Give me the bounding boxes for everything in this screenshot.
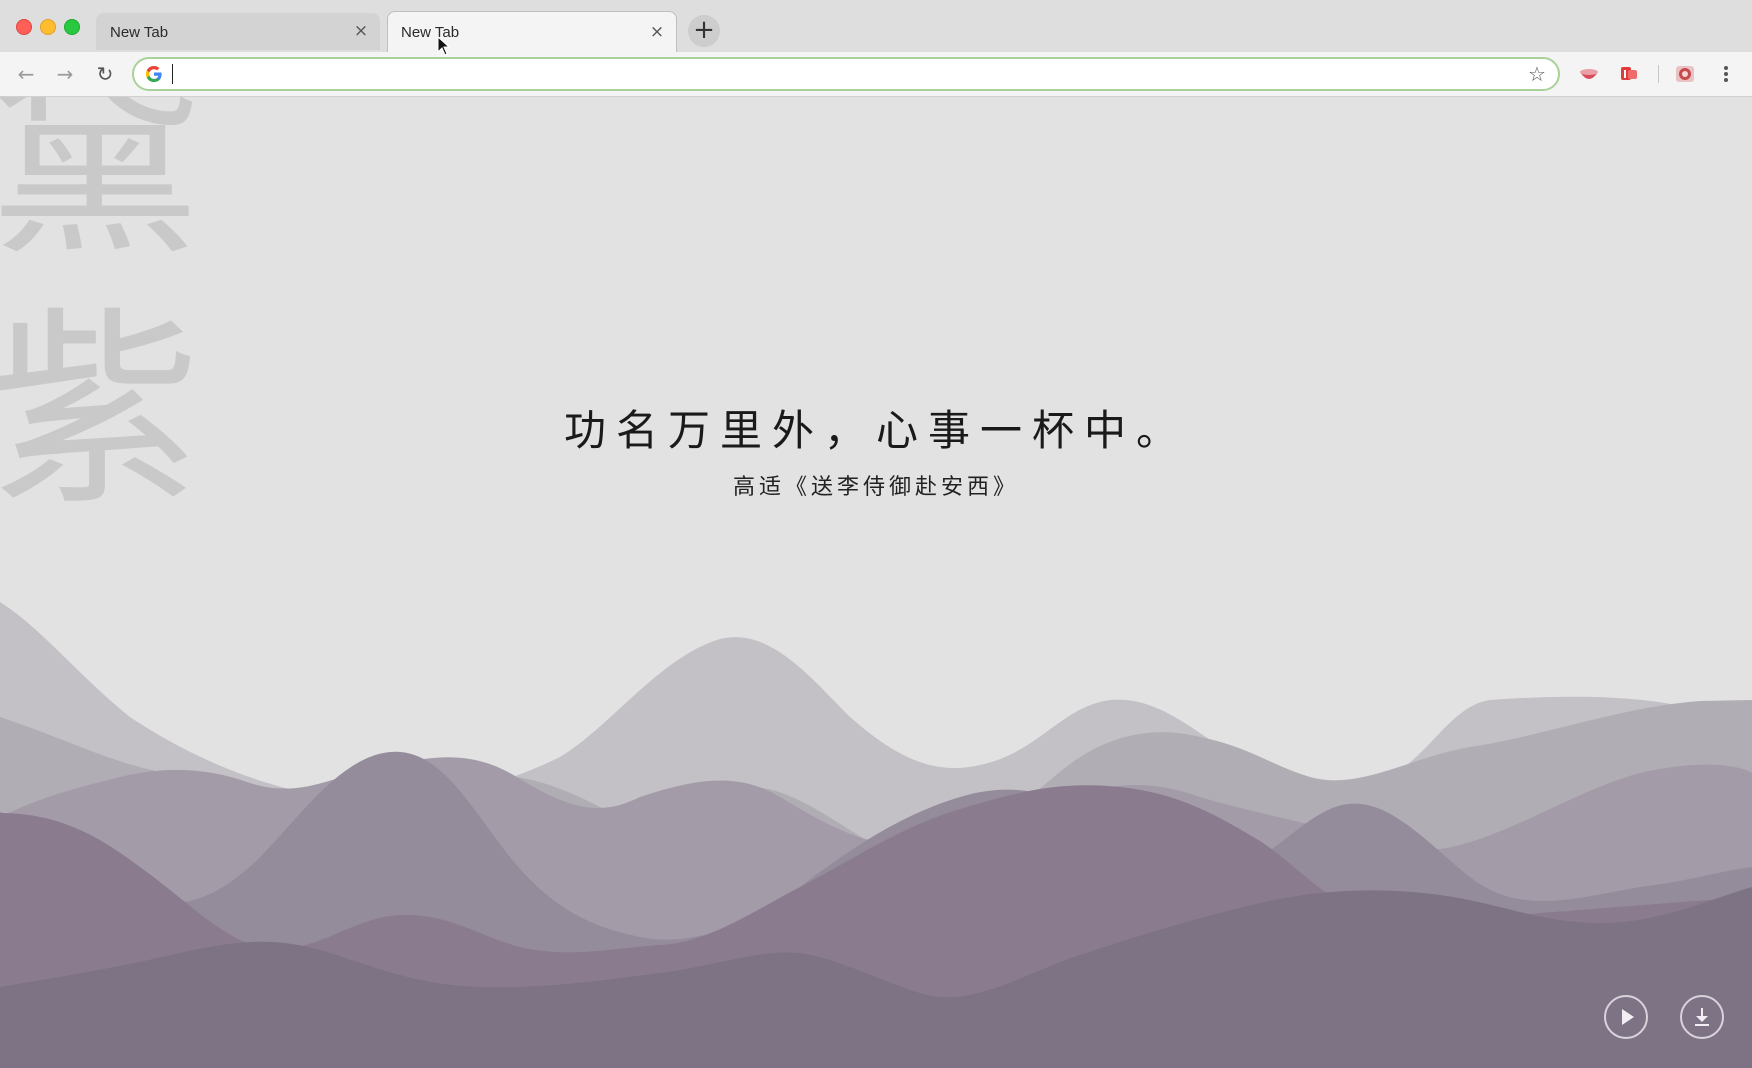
extension-profile-icon[interactable] [1674,64,1696,84]
tab-title: New Tab [110,24,169,41]
address-bar[interactable]: ☆ [132,57,1560,91]
quote-text: 功名万里外，心事一杯中。 [563,406,1188,455]
toolbar: ← → ↻ ☆ [0,52,1752,97]
tab-close-icon[interactable]: × [648,23,666,41]
toolbar-divider [1658,65,1659,83]
browser-window: New Tab × New Tab × + ← → ↻ ☆ 黛 紫 功名万里外，… [0,0,1752,1068]
extension-bowl-icon[interactable] [1578,64,1600,84]
forward-icon[interactable]: → [51,60,79,88]
minimize-window-button[interactable] [40,19,56,35]
quote-attribution: 高适《送李侍御赴安西》 [732,475,1019,500]
play-icon [1622,1009,1634,1025]
new-tab-button[interactable]: + [688,15,720,47]
text-caret [172,64,173,84]
tab-2-active[interactable]: New Tab × [387,11,677,53]
tab-strip: New Tab × New Tab × + [0,0,1752,53]
mountain-landscape [0,602,1752,1068]
google-icon [146,66,162,82]
reload-icon[interactable]: ↻ [91,60,119,88]
mouse-cursor-icon [437,36,451,56]
address-input[interactable] [172,63,1492,85]
new-tab-page: 黛 紫 功名万里外，心事一杯中。 高适《送李侍御赴安西》 [0,97,1752,1068]
bookmark-star-icon[interactable]: ☆ [1526,63,1548,85]
tab-close-icon[interactable]: × [352,22,370,40]
extension-translate-icon[interactable] [1618,64,1640,84]
close-window-button[interactable] [16,19,32,35]
play-button[interactable] [1604,995,1648,1039]
tab-1[interactable]: New Tab × [96,13,380,50]
download-icon [1695,1008,1709,1026]
more-menu-icon[interactable] [1716,60,1736,88]
maximize-window-button[interactable] [64,19,80,35]
download-button[interactable] [1680,995,1724,1039]
back-icon[interactable]: ← [12,60,40,88]
